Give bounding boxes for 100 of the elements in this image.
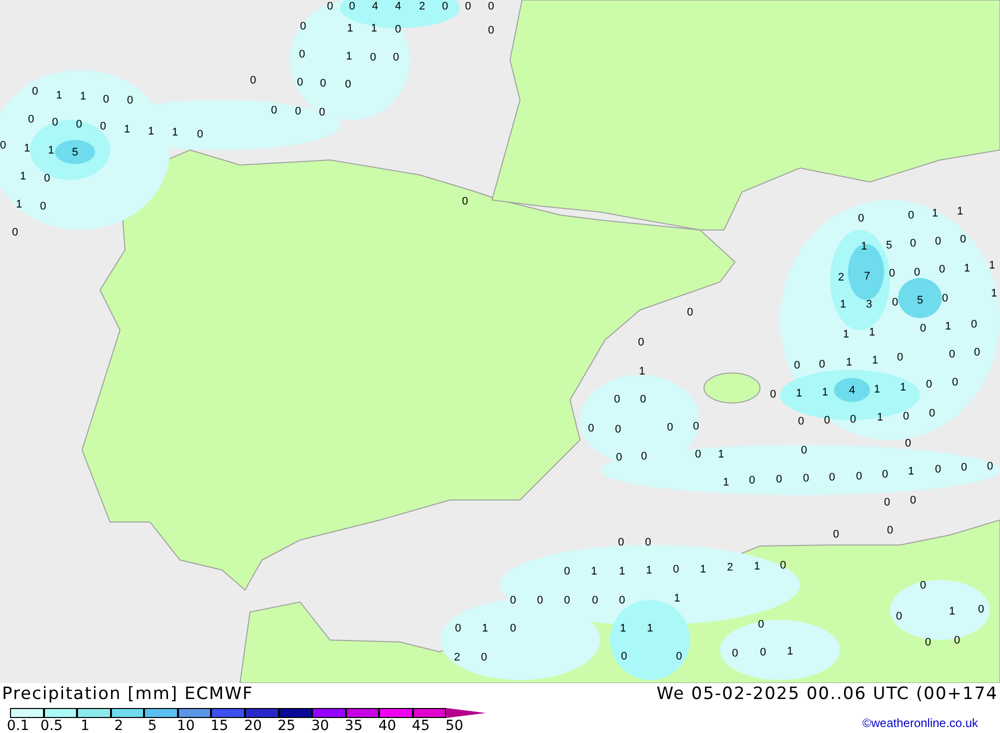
precipitation-value: 0: [76, 120, 82, 130]
precipitation-value: 0: [620, 652, 628, 662]
legend-label: 50: [446, 719, 464, 733]
precipitation-value: 0: [44, 174, 50, 184]
precipitation-value: 1: [990, 288, 998, 300]
precipitation-value: 1: [840, 300, 846, 310]
precipitation-value: 1: [674, 594, 680, 604]
precipitation-value: 0: [536, 596, 544, 606]
precipitation-value: 0: [770, 390, 776, 400]
precipitation-value: 0: [892, 298, 898, 308]
precipitation-value: 0: [270, 106, 278, 116]
precipitation-value: 0: [692, 422, 700, 432]
precipitation-value: 0: [102, 94, 110, 106]
precipitation-value: 0: [886, 526, 894, 536]
precipitation-value: 1: [722, 478, 730, 488]
precipitation-value: 0: [454, 624, 462, 634]
precipitation-value: 0: [644, 538, 652, 548]
precipitation-value: 0: [832, 530, 840, 540]
legend-label: 30: [311, 719, 330, 733]
precipitation-value: 0: [348, 2, 356, 12]
credit-link[interactable]: ©weatheronline.co.uk: [862, 717, 978, 729]
precipitation-value: 1: [148, 126, 154, 138]
precipitation-value: 0: [828, 472, 836, 484]
precipitation-value: 0: [100, 122, 106, 132]
precipitation-value: 1: [638, 366, 646, 378]
legend-label: 25: [278, 719, 296, 733]
precipitation-value: 0: [934, 464, 942, 476]
precipitation-value: 0: [910, 238, 916, 250]
precipitation-value: 5: [886, 240, 892, 252]
legend-label: 1: [80, 719, 90, 733]
precipitation-value: 0: [564, 596, 570, 606]
precipitation-value: 2: [726, 562, 734, 574]
precipitation-value: 0: [732, 648, 738, 660]
precipitation-value: 0: [910, 496, 916, 506]
precipitation-value: 0: [250, 76, 256, 86]
precipitation-value: 0: [442, 2, 448, 12]
precipitation-value: 1: [786, 646, 794, 658]
legend-label: 5: [148, 719, 157, 733]
precipitation-value: 0: [952, 378, 958, 388]
precipitation-value: 1: [346, 52, 352, 62]
precipitation-value: 1: [876, 412, 884, 424]
precipitation-value: 0: [760, 648, 766, 658]
precipitation-value: 0: [196, 130, 204, 140]
precipitation-value: 0: [300, 22, 306, 32]
precipitation-value: 0: [370, 52, 376, 64]
precipitation-value: 1: [56, 90, 62, 102]
precipitation-value: 1: [24, 144, 30, 154]
precipitation-value: 0: [902, 412, 910, 422]
precipitation-value: 1: [842, 330, 850, 340]
precipitation-value: 0: [986, 462, 994, 472]
precipitation-value: 1: [20, 172, 26, 182]
precipitation-value: 0: [888, 268, 896, 280]
precipitation-value: 0: [758, 620, 764, 630]
precipitation-value: 4: [372, 2, 378, 12]
precipitation-value: 1: [124, 124, 130, 136]
precipitation-value: 1: [846, 358, 852, 368]
precipitation-value: 1: [346, 24, 354, 34]
precipitation-value: 1: [80, 92, 86, 102]
date-time: We 05-02-2025 00..06 UTC (00+174: [656, 683, 998, 705]
precipitation-value: 0: [920, 324, 926, 334]
precipitation-value: 0: [126, 96, 134, 106]
precipitation-value: 1: [618, 566, 626, 578]
precipitation-value: 0: [40, 202, 46, 212]
precipitation-value: 1: [948, 606, 956, 618]
legend-label: 10: [176, 719, 195, 733]
precipitation-value: 0: [564, 566, 570, 578]
legend-label: 2: [114, 719, 124, 733]
precipitation-value: 0: [882, 470, 888, 480]
precipitation-value: 1: [932, 208, 938, 220]
precipitation-value: 0: [926, 380, 932, 390]
precipitation-value: 0: [344, 80, 352, 90]
precipitation-value: 2: [838, 272, 844, 284]
precipitation-value: 0: [52, 118, 58, 128]
precipitation-value: 0: [798, 416, 804, 428]
precipitation-value: 0: [676, 652, 682, 662]
precipitation-value: 0: [920, 580, 926, 592]
precipitation-value: 3: [866, 300, 872, 310]
precipitation-value: 1: [988, 260, 996, 272]
precipitation-value: 4: [848, 386, 856, 396]
precipitation-value: 0: [394, 24, 402, 36]
precipitation-value: 0: [488, 2, 494, 12]
precipitation-value: 0: [614, 394, 620, 406]
map-title: Precipitation [mm] ECMWF: [2, 683, 254, 705]
precipitation-value: 1: [872, 356, 878, 366]
precipitation-value: 0: [948, 350, 956, 360]
precipitation-value: 1: [16, 200, 22, 210]
precipitation-value: 0: [802, 474, 810, 484]
precipitation-value: 1: [646, 624, 654, 634]
precipitation-value: 1: [482, 624, 488, 634]
precipitation-value: 0: [694, 450, 702, 460]
precipitation-value: 0: [640, 394, 646, 406]
precipitation-value: 0: [858, 214, 864, 224]
precipitation-value: 0: [510, 624, 516, 634]
precipitation-value: 1: [700, 564, 706, 576]
precipitation-value: 0: [800, 446, 808, 456]
legend-label: 15: [210, 719, 228, 733]
precipitation-value: 1: [874, 384, 880, 396]
legend-label: 45: [412, 719, 430, 733]
legend-label: 0.1: [6, 719, 30, 733]
precipitation-value: 1: [860, 242, 868, 252]
